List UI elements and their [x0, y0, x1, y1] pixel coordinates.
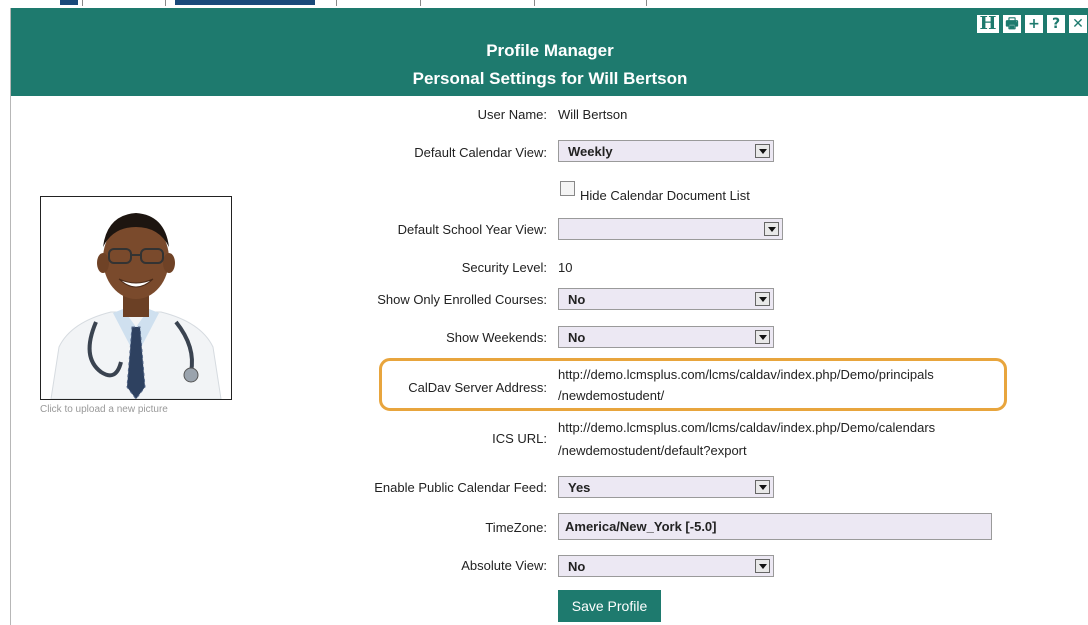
nav-tab-fragment[interactable] [60, 0, 78, 5]
user-name-value: Will Bertson [558, 107, 628, 122]
ics-url-line1[interactable]: http://demo.lcmsplus.com/lcms/caldav/ind… [558, 417, 935, 438]
caldav-label: CalDav Server Address: [408, 380, 547, 395]
hide-calendar-doc-list-label: Hide Calendar Document List [580, 188, 750, 203]
close-icon[interactable]: ✕ [1069, 15, 1087, 33]
chevron-down-icon [764, 222, 779, 236]
show-only-enrolled-select[interactable]: No [558, 288, 774, 310]
nav-divider [336, 0, 337, 6]
chevron-down-icon [755, 480, 770, 494]
security-level-value: 10 [558, 260, 573, 275]
show-weekends-select[interactable]: No [558, 326, 774, 348]
default-school-year-view-select[interactable] [558, 218, 783, 240]
chevron-down-icon [755, 330, 770, 344]
upload-picture-hint[interactable]: Click to upload a new picture [40, 404, 240, 414]
question-icon[interactable]: ? [1047, 15, 1065, 33]
chevron-down-icon [755, 144, 770, 158]
header-toolbar: H 🖶 + ? ✕ [977, 15, 1087, 35]
add-icon[interactable]: + [1025, 15, 1043, 33]
timezone-input[interactable]: America/New_York [-5.0] [558, 513, 992, 540]
absolute-view-select[interactable]: No [558, 555, 774, 577]
caldav-url-line1[interactable]: http://demo.lcmsplus.com/lcms/caldav/ind… [558, 364, 934, 385]
profile-manager-panel: Profile Manager Personal Settings for Wi… [10, 8, 1088, 625]
show-only-enrolled-value: No [568, 292, 586, 307]
user-name-label: User Name: [477, 107, 547, 122]
page-title: Profile Manager [486, 41, 614, 60]
public-feed-select[interactable]: Yes [558, 476, 774, 498]
nav-divider [646, 0, 647, 6]
help-h-icon[interactable]: H [977, 15, 999, 33]
nav-divider [420, 0, 421, 6]
panel-header: Profile Manager Personal Settings for Wi… [11, 8, 1088, 96]
timezone-label: TimeZone: [485, 520, 547, 535]
show-only-enrolled-label: Show Only Enrolled Courses: [377, 292, 547, 307]
nav-divider [82, 0, 83, 6]
public-feed-value: Yes [568, 480, 591, 495]
nav-tab-fragment[interactable] [175, 0, 315, 5]
absolute-view-value: No [568, 559, 586, 574]
nav-divider [165, 0, 166, 6]
chevron-down-icon [755, 559, 770, 573]
caldav-url-line2[interactable]: /newdemostudent/ [558, 385, 664, 406]
default-school-year-view-label: Default School Year View: [397, 222, 547, 237]
save-profile-button[interactable]: Save Profile [558, 590, 661, 622]
show-weekends-label: Show Weekends: [446, 330, 547, 345]
default-calendar-view-select[interactable]: Weekly [558, 140, 774, 162]
ics-url-line2[interactable]: /newdemostudent/default?export [558, 440, 747, 461]
default-calendar-view-value: Weekly [568, 144, 613, 159]
security-level-label: Security Level: [461, 260, 547, 275]
hide-calendar-doc-list-checkbox[interactable] [560, 181, 575, 196]
show-weekends-value: No [568, 330, 586, 345]
page-subtitle: Personal Settings for Will Bertson [412, 69, 688, 88]
absolute-view-label: Absolute View: [461, 558, 547, 573]
default-calendar-view-label: Default Calendar View: [414, 145, 547, 160]
profile-photo-image [41, 197, 231, 399]
top-nav-strip [0, 0, 1088, 8]
profile-photo[interactable] [40, 196, 232, 400]
nav-divider [534, 0, 535, 6]
public-feed-label: Enable Public Calendar Feed: [374, 480, 547, 495]
chevron-down-icon [755, 292, 770, 306]
ics-url-label: ICS URL: [492, 431, 547, 446]
print-icon[interactable]: 🖶 [1003, 15, 1021, 33]
